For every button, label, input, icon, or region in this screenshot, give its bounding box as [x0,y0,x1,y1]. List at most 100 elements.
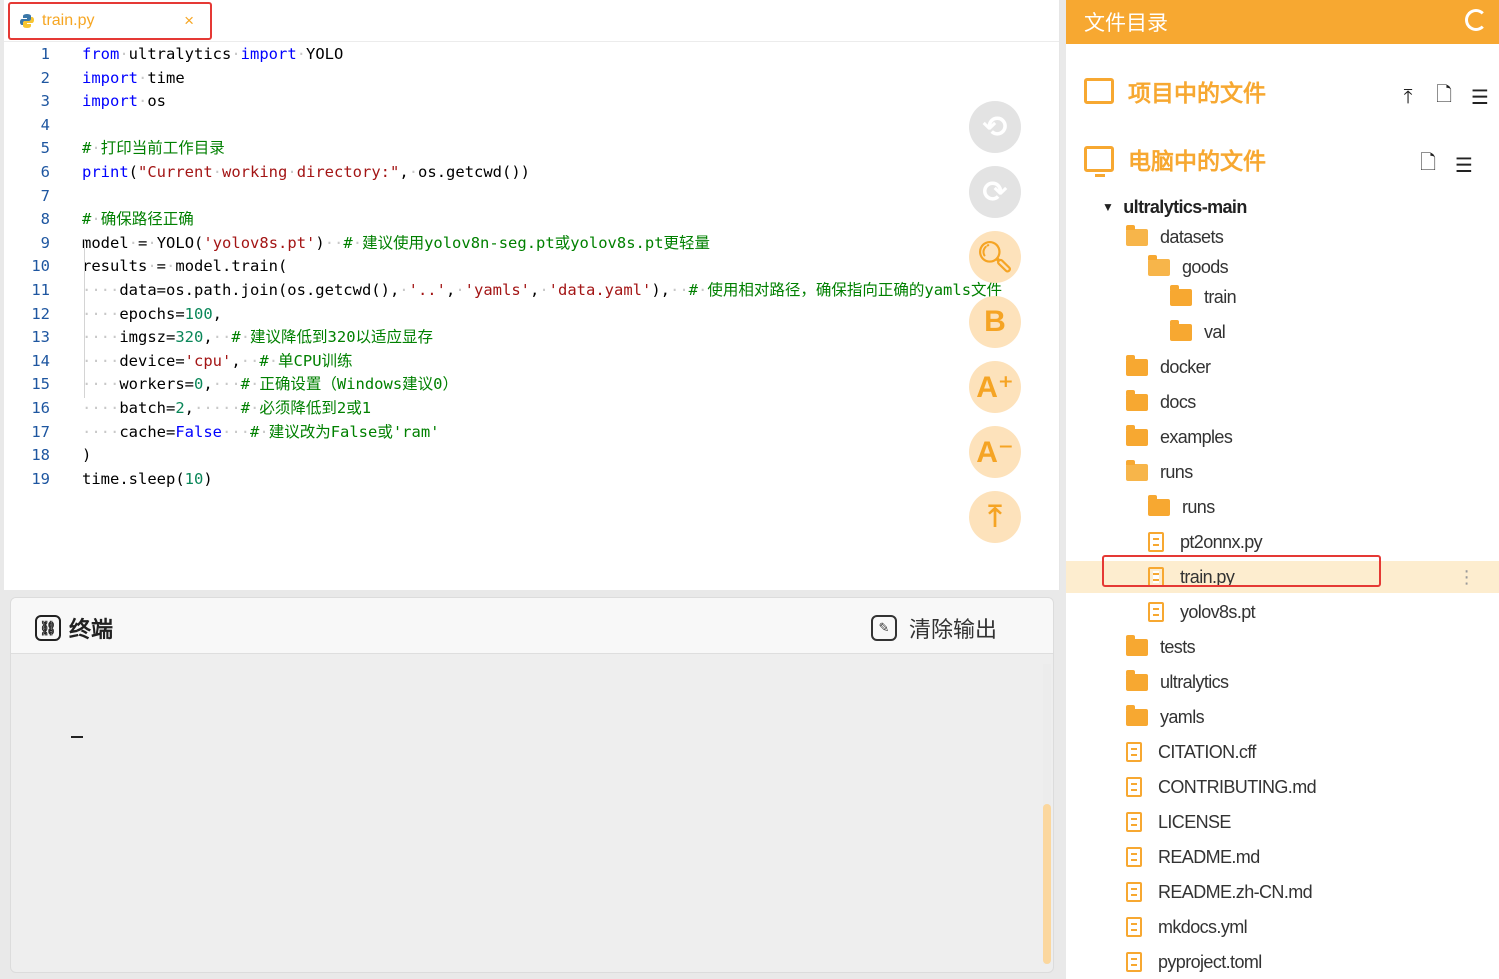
tree-item-label: README.md [1158,846,1260,867]
redo-button[interactable]: ⟳ [969,166,1021,218]
code-text[interactable]: ····batch=2,·····#·必须降低到2或1 [82,397,371,421]
code-area[interactable]: 1 from·ultralytics·import·YOLO 2 import·tim… [4,42,1059,492]
code-line[interactable]: 1 from·ultralytics·import·YOLO [4,43,1059,67]
undo-button[interactable]: ⟲ [969,101,1021,153]
font-decrease-button[interactable]: A⁻ [969,426,1021,478]
file-item[interactable]: LICENSE [1066,806,1499,838]
code-line[interactable]: 2 import·time [4,67,1059,91]
terminal-title-label: 终端 [69,617,114,642]
menu-icon[interactable]: ☰ [1469,85,1491,110]
code-text[interactable]: #·确保路径正确 [82,208,194,232]
broom-icon: ✎ [870,615,897,641]
file-item[interactable]: pyproject.toml [1066,946,1499,978]
terminal-cursor [71,736,83,738]
file-item[interactable]: CONTRIBUTING.md [1066,771,1499,803]
bold-button[interactable]: B [969,296,1021,348]
folder-item[interactable]: train [1066,281,1499,313]
line-number: 10 [31,257,50,276]
code-line[interactable]: 15 ····workers=0,···#·正确设置（Windows建议0） [4,373,1059,397]
clear-output-button[interactable]: ✎ 清除输出 [870,612,997,644]
terminal-scrollbar[interactable] [1043,664,1051,964]
file-item[interactable]: mkdocs.yml [1066,911,1499,943]
code-line[interactable]: 12 ····epochs=100, [4,303,1059,327]
line-number: 2 [40,68,50,87]
code-text[interactable]: results·=·model.train( [82,255,287,279]
code-text[interactable]: import·time [82,67,185,91]
terminal-panel[interactable]: ⛓ 终端 ✎ 清除输出 [10,597,1054,973]
folder-item[interactable]: tests [1066,631,1499,663]
file-icon [1126,847,1142,867]
more-options-icon[interactable]: ⋮ [1458,568,1476,586]
code-text[interactable]: print("Current·working·directory:",·os.g… [82,161,530,185]
tree-item-label: pyproject.toml [1158,951,1262,972]
folder-item[interactable]: runs [1066,491,1499,523]
scroll-top-button[interactable]: ⤒ [969,491,1021,543]
folder-item[interactable]: docker [1066,351,1499,383]
file-item[interactable]: yolov8s.pt [1066,596,1499,628]
file-item[interactable]: pt2onnx.py [1066,526,1499,558]
file-item[interactable]: README.md [1066,841,1499,873]
code-text[interactable]: ) [82,444,91,468]
code-text[interactable]: time.sleep(10) [82,468,213,492]
computer-files-label: 电脑中的文件 [1128,148,1266,174]
font-increase-button[interactable]: A⁺ [969,361,1021,413]
code-text[interactable]: ····epochs=100, [82,303,222,327]
folder-item[interactable]: ▼ ultralytics-main [1066,191,1499,223]
code-text[interactable]: ····workers=0,···#·正确设置（Windows建议0） [82,373,458,397]
file-item[interactable]: README.zh-CN.md [1066,876,1499,908]
folder-item[interactable]: runs [1066,456,1499,488]
refresh-icon[interactable] [1465,9,1487,31]
tree-item-label: tests [1160,636,1196,657]
code-line[interactable]: 17 ····cache=False···#·建议改为False或'ram' [4,421,1059,445]
terminal-header: ⛓ 终端 ✎ 清除输出 [11,598,1053,654]
code-line[interactable]: 6 print("Current·working·directory:",·os.… [4,161,1059,185]
code-line[interactable]: 7 [4,185,1059,209]
menu-icon[interactable]: ☰ [1453,153,1475,178]
code-line[interactable]: 3 import·os [4,90,1059,114]
code-line[interactable]: 13 ····imgsz=320,··#·建议降低到320以适应显存 [4,326,1059,350]
close-icon[interactable]: × [184,12,194,30]
line-number: 9 [40,233,50,252]
computer-files-section[interactable]: 电脑中的文件 [1084,142,1266,177]
tree-item-label: CITATION.cff [1158,741,1256,762]
code-text[interactable]: ····cache=False···#·建议改为False或'ram' [82,421,440,445]
tree-item-label: datasets [1160,226,1224,247]
scrollbar-thumb[interactable] [1043,804,1051,964]
folder-item[interactable]: docs [1066,386,1499,418]
file-item[interactable]: CITATION.cff [1066,736,1499,768]
code-line[interactable]: 4 [4,114,1059,138]
code-text[interactable]: import·os [82,90,166,114]
code-line[interactable]: 9 model·=·YOLO('yolov8s.pt')··#·建议使用yolov… [4,232,1059,256]
code-text[interactable]: ····device='cpu',··#·单CPU训练 [82,350,353,374]
code-line[interactable]: 18) [4,444,1059,468]
line-number: 8 [40,210,50,229]
new-file-icon[interactable]: 🗋 [1433,80,1455,114]
code-text[interactable]: from·ultralytics·import·YOLO [82,43,343,67]
folder-item[interactable]: val [1066,316,1499,348]
folder-icon [1126,389,1148,411]
code-line[interactable]: 19 time.sleep(10) [4,468,1059,492]
folder-item[interactable]: examples [1066,421,1499,453]
code-line[interactable]: 8 #·确保路径正确 [4,208,1059,232]
folder-item[interactable]: goods [1066,251,1499,283]
code-editor[interactable]: train.py × 1 from·ultralytics·import·YOLO… [4,0,1060,590]
tree-item-label: ultralytics-main [1123,196,1247,217]
code-text[interactable]: ····imgsz=320,··#·建议降低到320以适应显存 [82,326,433,350]
new-file-icon[interactable]: 🗋 [1417,148,1439,182]
upload-icon[interactable]: ⤒ [1397,86,1419,109]
folder-item[interactable]: yamls [1066,701,1499,733]
folder-item[interactable]: ultralytics [1066,666,1499,698]
code-line[interactable]: 16 ····batch=2,·····#·必须降低到2或1 [4,397,1059,421]
folder-item[interactable]: datasets [1066,221,1499,253]
code-text[interactable]: model·=·YOLO('yolov8s.pt')··#·建议使用yolov8… [82,232,710,256]
caret-down-icon[interactable]: ▼ [1102,200,1114,214]
code-line[interactable]: 14 ····device='cpu',··#·单CPU训练 [4,350,1059,374]
tab-train-py[interactable]: train.py × [8,2,212,40]
code-line[interactable]: 5 #·打印当前工作目录 [4,137,1059,161]
code-text[interactable]: ····data=os.path.join(os.getcwd(),·'..',… [82,279,1002,303]
code-line[interactable]: 11 ····data=os.path.join(os.getcwd(),·'..… [4,279,1059,303]
code-line[interactable]: 10 results·=·model.train( [4,255,1059,279]
project-files-section[interactable]: 项目中的文件 [1084,74,1266,108]
code-text[interactable]: #·打印当前工作目录 [82,137,225,161]
search-button[interactable]: 🔍︎ [969,231,1021,283]
